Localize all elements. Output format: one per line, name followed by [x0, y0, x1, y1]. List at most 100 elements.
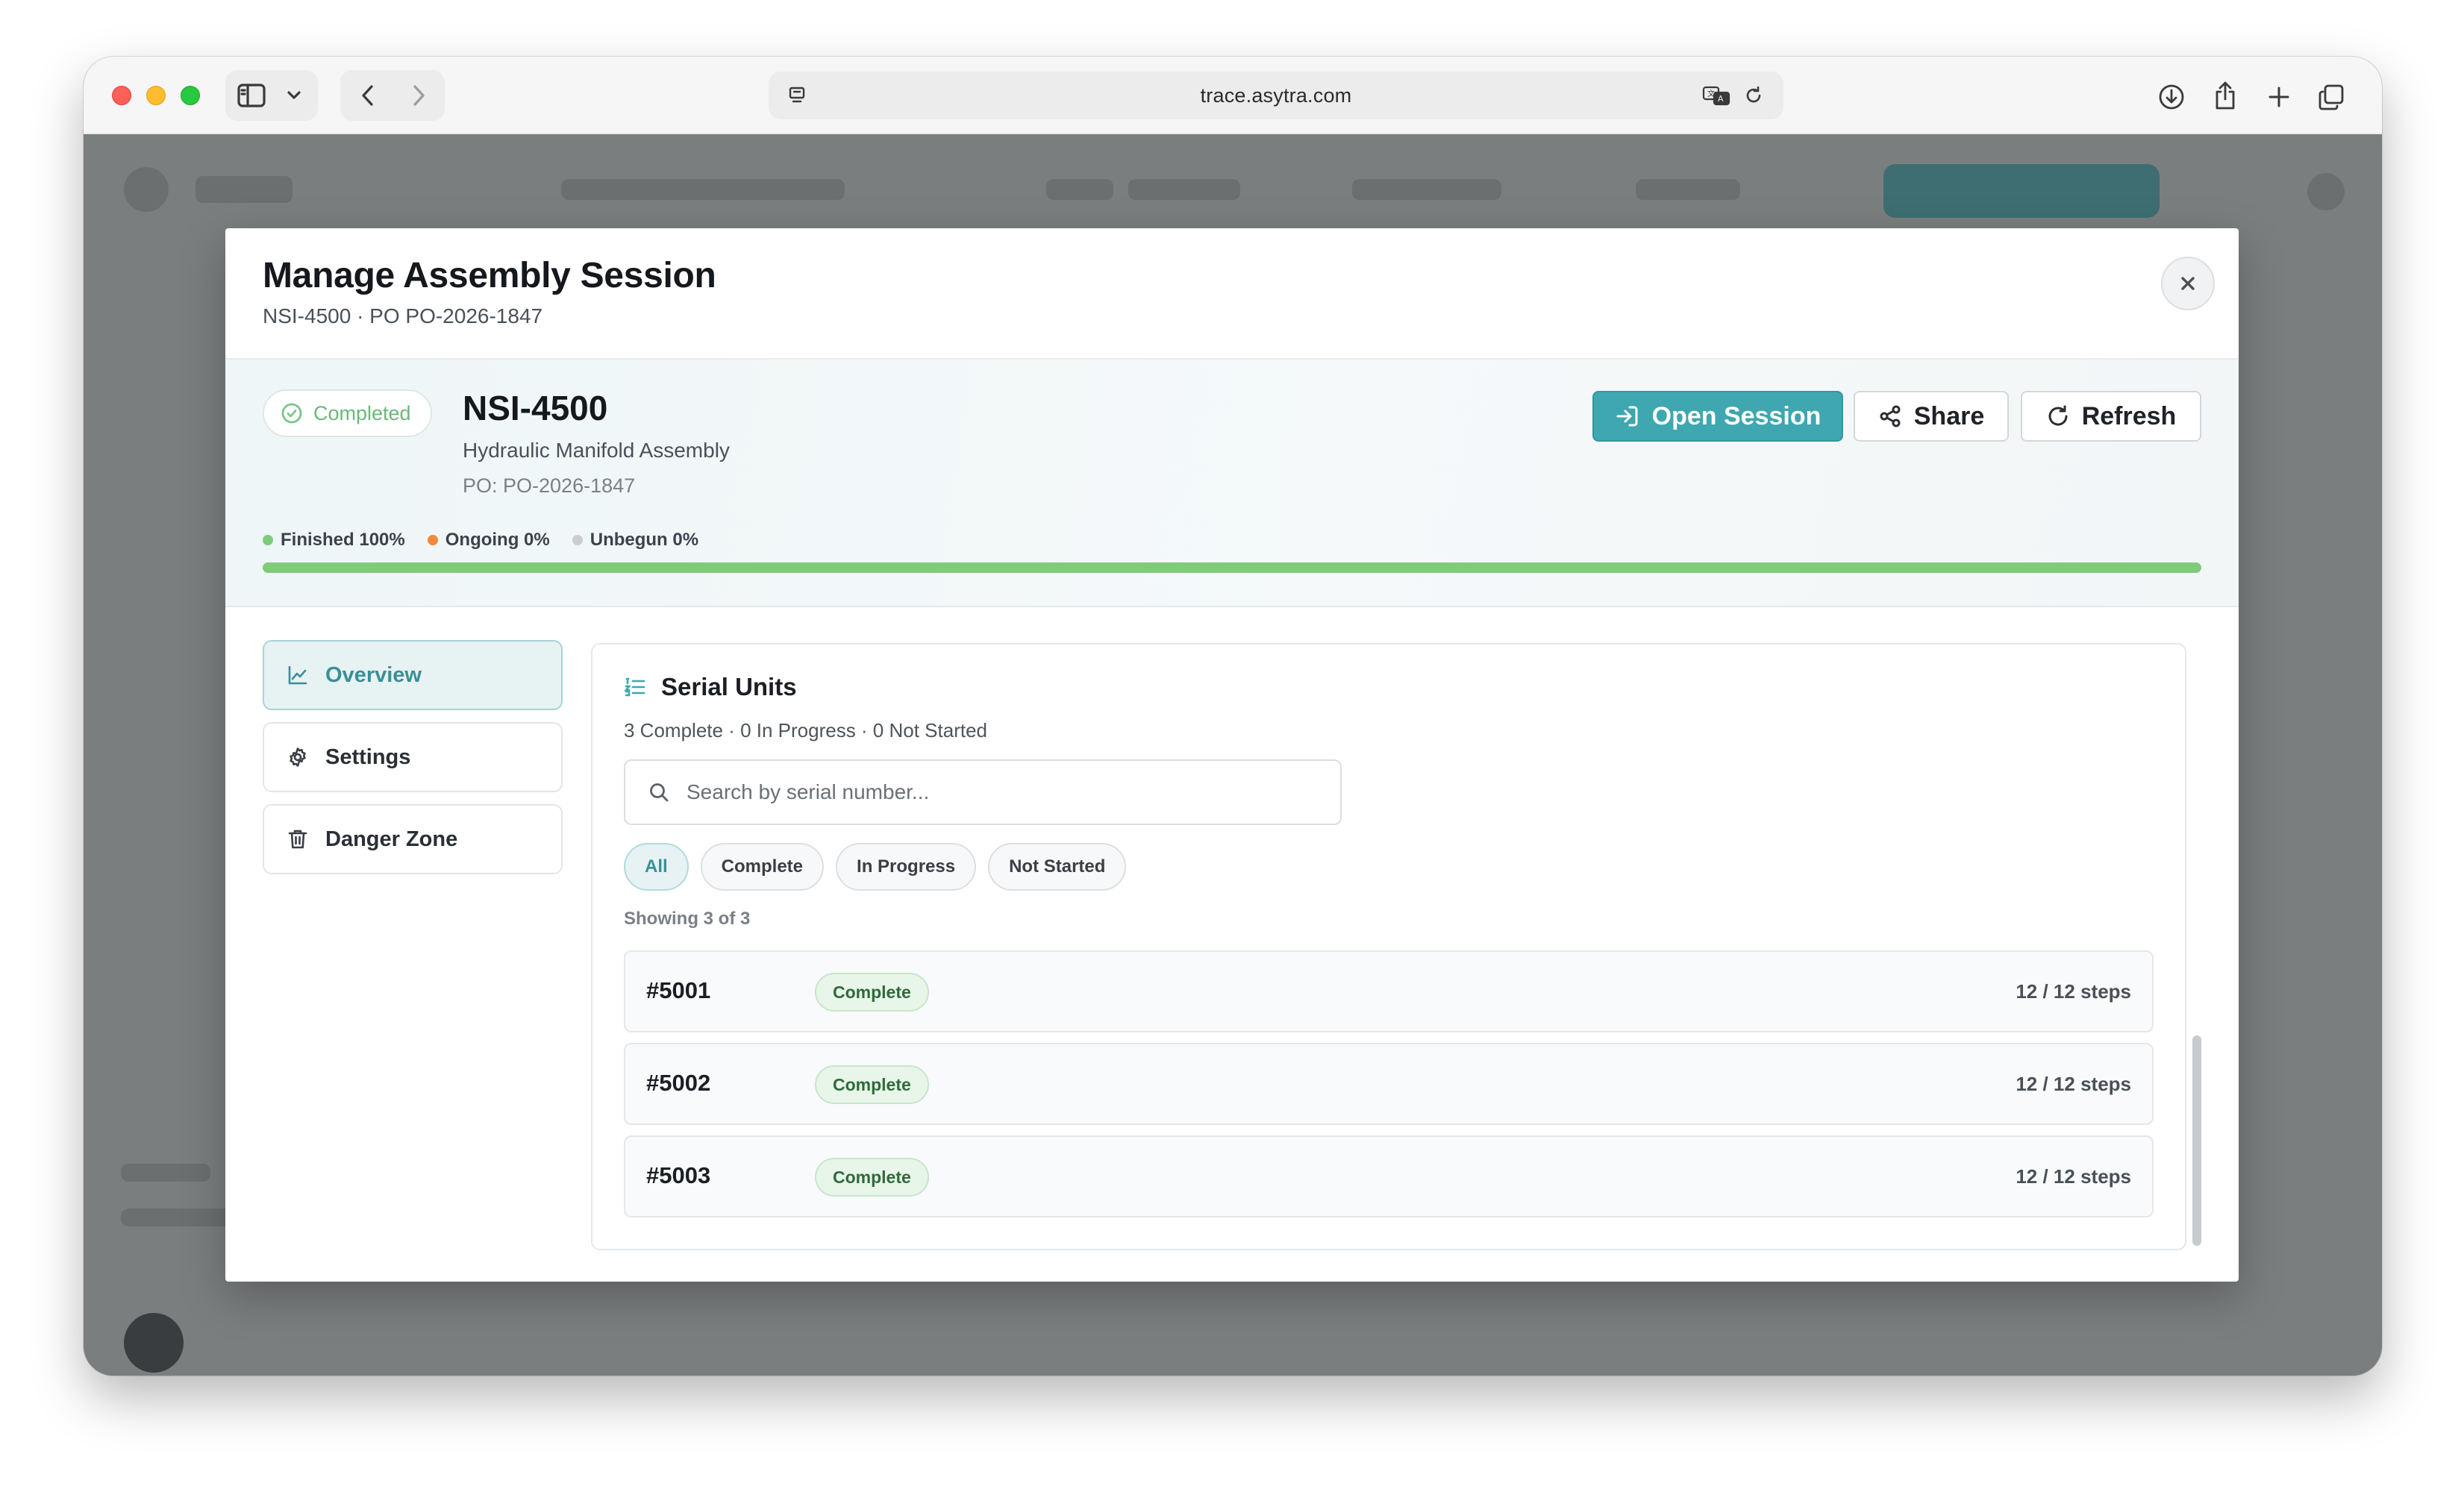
progress-bar — [263, 562, 2201, 573]
status-filter-chips: All Complete In Progress Not Started — [624, 843, 1127, 891]
serial-row[interactable]: #5003 Complete 12 / 12 steps — [624, 1135, 2154, 1217]
serial-search[interactable] — [624, 759, 1342, 825]
legend-finished: Finished 100% — [263, 530, 405, 551]
page-settings-icon[interactable] — [785, 84, 809, 107]
progress-fill-finished — [263, 562, 2201, 573]
panel-header: Serial Units — [624, 673, 797, 701]
step-count: 12 / 12 steps — [2016, 980, 2131, 1003]
translate-icon[interactable]: 文A — [1701, 84, 1731, 107]
result-count: Showing 3 of 3 — [624, 909, 751, 929]
filter-chip-in-progress[interactable]: In Progress — [836, 843, 977, 891]
backdrop-nav — [1636, 179, 1740, 200]
purchase-order: PO: PO-2026-1847 — [463, 474, 636, 497]
refresh-label: Refresh — [2081, 401, 2177, 430]
sidebar-toggle-group — [225, 70, 318, 121]
reload-icon[interactable] — [1742, 84, 1766, 107]
ongoing-dot — [427, 535, 438, 545]
serial-units-panel: Serial Units 3 Complete · 0 In Progress … — [591, 643, 2186, 1250]
status-badge: Completed — [263, 389, 432, 437]
history-nav-group — [340, 70, 445, 121]
close-modal-button[interactable] — [2161, 257, 2215, 310]
modal-title: Manage Assembly Session — [263, 256, 716, 295]
backdrop-logo — [124, 167, 169, 212]
modal-scrollbar[interactable] — [2192, 1035, 2201, 1246]
forward-arrow-icon[interactable] — [401, 81, 436, 110]
modal-header: Manage Assembly Session NSI-4500 · PO PO… — [225, 228, 2239, 360]
serial-number: #5002 — [646, 1070, 711, 1096]
status-label: Completed — [313, 401, 411, 424]
product-name: Hydraulic Manifold Assembly — [463, 439, 730, 462]
backdrop-primary-button — [1883, 164, 2160, 218]
address-bar[interactable]: trace.asytra.com 文A — [769, 72, 1783, 119]
status-badge: Complete — [815, 1065, 929, 1104]
search-input[interactable] — [687, 780, 1328, 804]
sign-in-icon — [1616, 406, 1638, 427]
panel-title: Serial Units — [661, 673, 797, 700]
check-circle-icon — [281, 403, 302, 424]
gear-icon — [290, 747, 306, 767]
minimize-window-button[interactable] — [146, 86, 166, 105]
serial-row[interactable]: #5002 Complete 12 / 12 steps — [624, 1043, 2154, 1125]
close-window-button[interactable] — [112, 86, 131, 105]
share-page-icon[interactable] — [2209, 78, 2242, 113]
backdrop-nav — [1352, 179, 1501, 200]
backdrop-nav — [1128, 179, 1240, 200]
status-badge: Complete — [815, 1158, 929, 1197]
session-summary: Completed NSI-4500 Hydraulic Manifold As… — [225, 360, 2239, 607]
legend-unbegun-label: Unbegun 0% — [590, 530, 699, 550]
share-label: Share — [1913, 401, 1985, 430]
backdrop-avatar — [2307, 173, 2345, 210]
serial-row[interactable]: #5001 Complete 12 / 12 steps — [624, 950, 2154, 1032]
refresh-button[interactable]: Refresh — [2021, 391, 2201, 442]
legend-finished-label: Finished 100% — [281, 530, 405, 550]
finished-dot — [263, 535, 273, 545]
sidebar-item-settings[interactable]: Settings — [263, 722, 563, 792]
svg-text:文: 文 — [1707, 89, 1715, 98]
sidebar-item-label: Overview — [325, 662, 422, 687]
browser-toolbar: trace.asytra.com 文A — [84, 57, 2382, 134]
downloads-icon[interactable] — [2155, 81, 2188, 113]
legend-ongoing-label: Ongoing 0% — [445, 530, 550, 550]
step-count: 12 / 12 steps — [2016, 1165, 2131, 1188]
new-tab-icon[interactable] — [2263, 81, 2295, 113]
svg-text:A: A — [1718, 94, 1724, 104]
manage-session-modal: Manage Assembly Session NSI-4500 · PO PO… — [225, 228, 2239, 1282]
legend-unbegun: Unbegun 0% — [572, 530, 698, 551]
trash-icon — [288, 830, 307, 849]
progress-legend: Finished 100% Ongoing 0% Unbegun 0% — [263, 530, 698, 551]
product-code: NSI-4500 — [463, 389, 608, 427]
share-button[interactable]: Share — [1854, 391, 2009, 442]
status-badge: Complete — [815, 973, 929, 1012]
sidebar-item-label: Settings — [325, 744, 411, 769]
sidebar-icon[interactable] — [236, 81, 267, 110]
legend-ongoing: Ongoing 0% — [427, 530, 550, 551]
modal-subtitle: NSI-4500 · PO PO-2026-1847 — [263, 304, 543, 327]
sidebar-item-label: Danger Zone — [325, 827, 458, 851]
open-session-button[interactable]: Open Session — [1592, 391, 1843, 442]
chart-line-icon — [288, 665, 307, 685]
close-icon — [2181, 277, 2195, 290]
filter-chip-not-started[interactable]: Not Started — [988, 843, 1127, 891]
filter-chip-complete[interactable]: Complete — [700, 843, 825, 891]
backdrop-nav — [1046, 179, 1113, 200]
open-session-label: Open Session — [1651, 401, 1822, 430]
sidebar-item-overview[interactable]: Overview — [263, 640, 563, 710]
backdrop-sidebar-label — [121, 1164, 210, 1182]
chevron-down-icon[interactable] — [279, 81, 309, 110]
serial-number: #5001 — [646, 977, 711, 1003]
zoom-window-button[interactable] — [181, 86, 200, 105]
search-icon — [650, 783, 669, 802]
back-arrow-icon[interactable] — [351, 81, 385, 110]
tab-overview-icon[interactable] — [2315, 81, 2348, 113]
sidebar-item-danger-zone[interactable]: Danger Zone — [263, 804, 563, 874]
serial-units-summary: 3 Complete · 0 In Progress · 0 Not Start… — [624, 719, 987, 742]
backdrop-nav — [561, 179, 845, 200]
step-count: 12 / 12 steps — [2016, 1073, 2131, 1095]
refresh-icon — [2048, 405, 2068, 426]
url-text: trace.asytra.com — [1200, 84, 1352, 107]
browser-window: trace.asytra.com 文A Manage Assembly Sess… — [84, 57, 2382, 1376]
list-ordered-icon — [624, 677, 645, 697]
share-icon — [1880, 405, 1901, 427]
filter-chip-all[interactable]: All — [624, 843, 689, 891]
backdrop-brand — [196, 176, 293, 203]
